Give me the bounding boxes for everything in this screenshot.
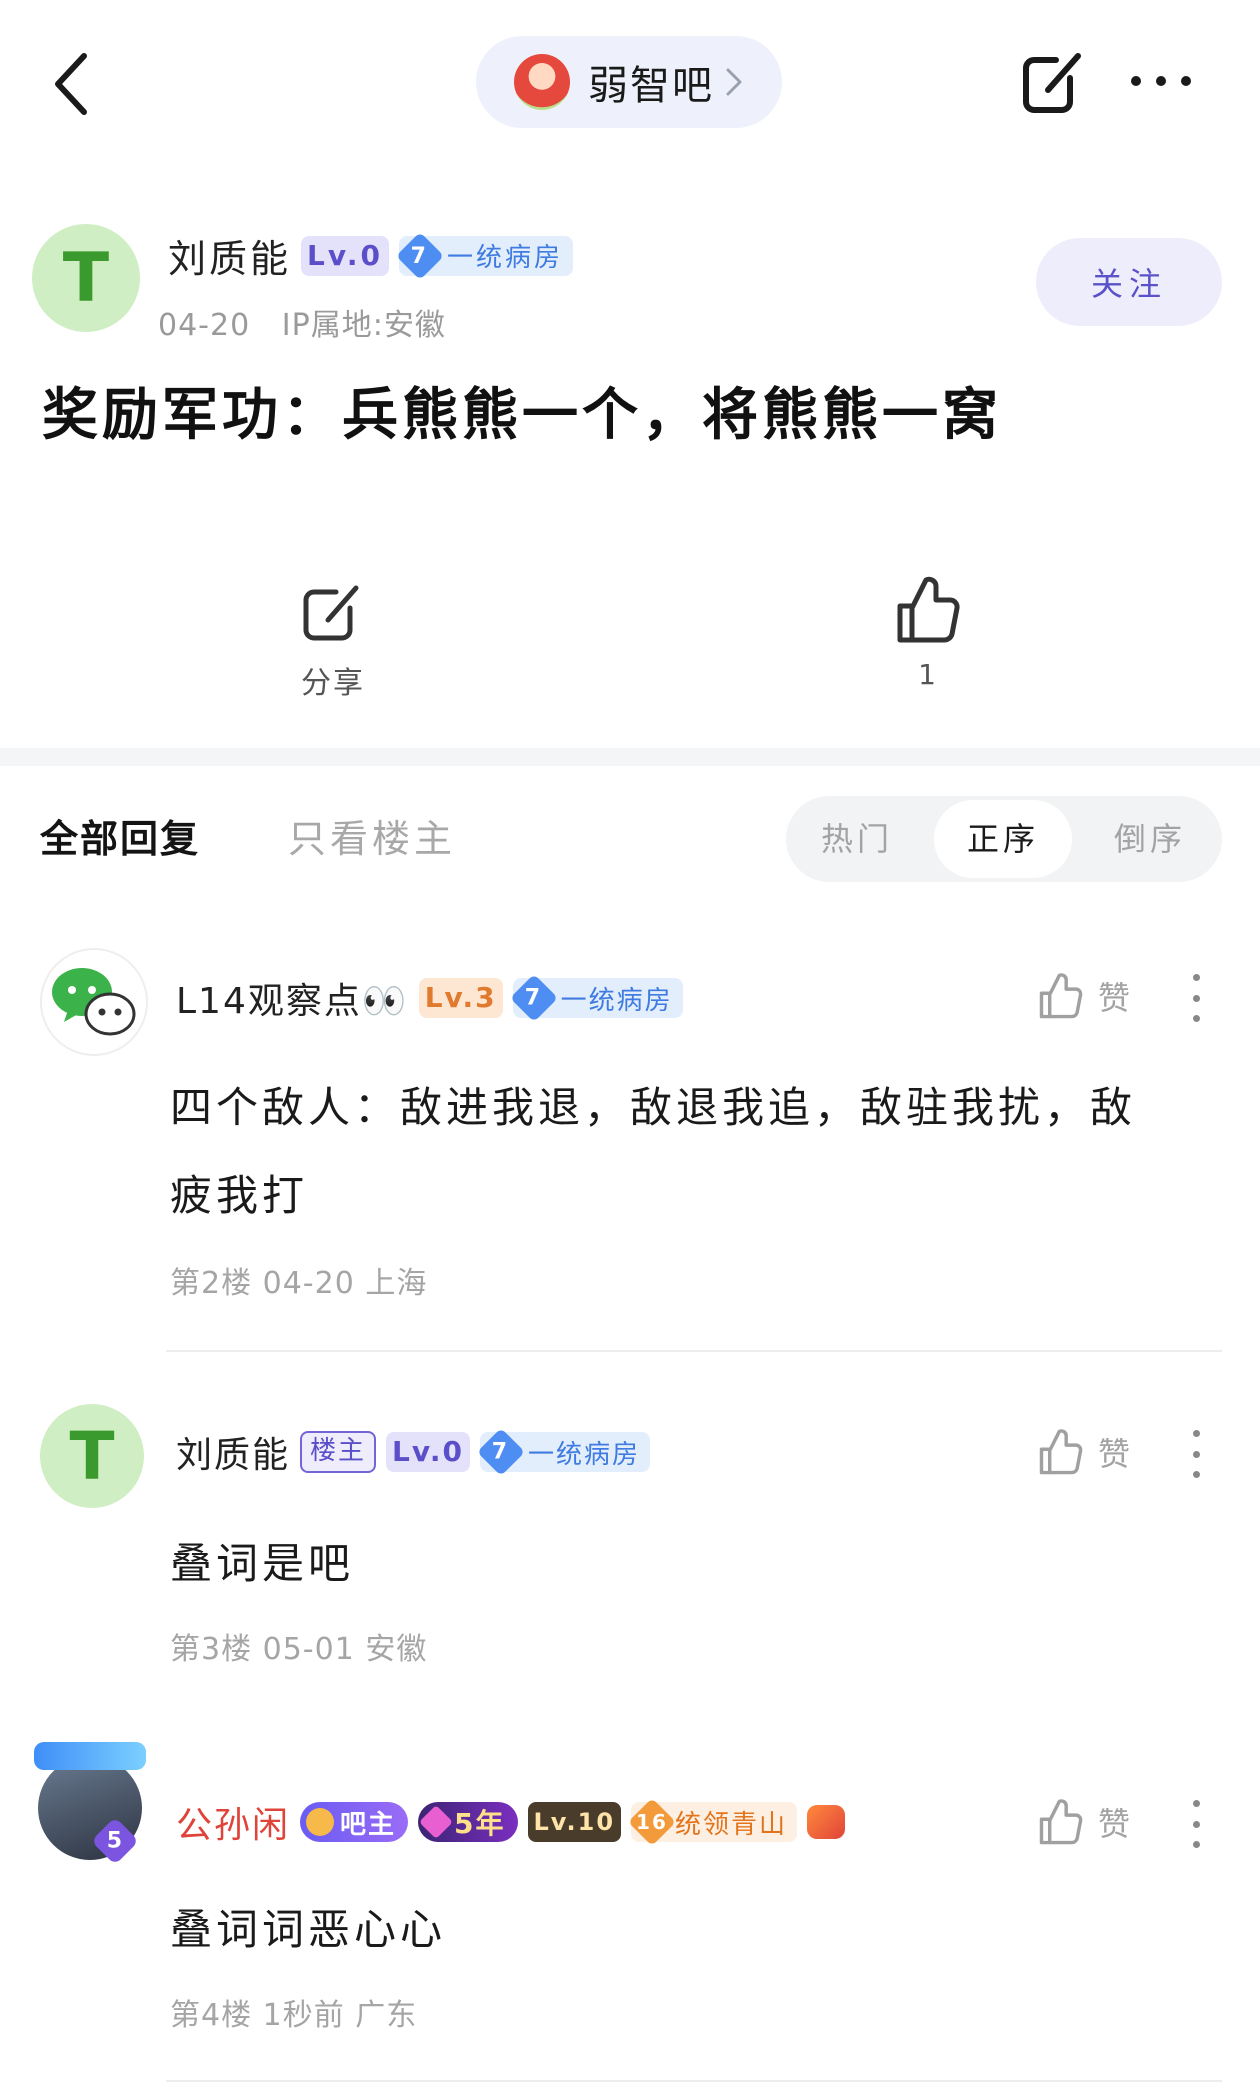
- author-name[interactable]: 刘质能: [168, 228, 291, 283]
- reply-meta: 第4楼 1秒前 广东: [170, 1998, 418, 2033]
- follow-button[interactable]: 关注: [1036, 238, 1222, 326]
- forum-avatar: [514, 54, 570, 110]
- reply-more-icon[interactable]: [1190, 1800, 1202, 1848]
- reply-like-button[interactable]: 赞: [1036, 968, 1148, 1024]
- share-label[interactable]: 分享: [300, 658, 366, 702]
- reply-author-name[interactable]: L14观察点👀: [176, 972, 409, 1024]
- avatar-level-badge: 5: [90, 1816, 140, 1866]
- like-count: 1: [918, 658, 936, 691]
- reply-avatar[interactable]: T: [40, 1404, 144, 1508]
- reply-more-icon[interactable]: [1190, 974, 1202, 1022]
- sort-descending[interactable]: 倒序: [1078, 796, 1222, 882]
- reply-text-line: 疲我打: [170, 1171, 309, 1220]
- like-label: 赞: [1098, 979, 1131, 1017]
- reply-avatar[interactable]: 5: [34, 1742, 146, 1866]
- section-divider: [0, 748, 1260, 766]
- honor-tag: 16 统领青山: [627, 1797, 798, 1847]
- crown-icon: [306, 1808, 335, 1836]
- reply-avatar[interactable]: [40, 948, 148, 1056]
- back-arrow-icon[interactable]: [44, 48, 108, 120]
- gamepad-icon: [807, 1805, 846, 1839]
- reply-divider: [166, 2080, 1222, 2082]
- author-row: 刘质能 Lv.0 7 一统病房: [168, 228, 573, 283]
- sort-ascending[interactable]: 正序: [934, 800, 1072, 878]
- share-icon[interactable]: [300, 580, 366, 646]
- reply-text-line: 四个敌人：敌进我退，敌退我追，敌驻我扰，敌: [170, 1083, 1137, 1132]
- reply-author-row: 刘质能 楼主 Lv.0 7 一统病房: [176, 1426, 650, 1478]
- chevron-right-icon: [726, 68, 742, 96]
- post-meta: 04-20 IP属地:安徽: [158, 308, 446, 343]
- reply-divider: [166, 1350, 1222, 1352]
- reply-author-row: L14观察点👀 Lv.3 7 一统病房: [176, 972, 683, 1024]
- reply-like-button[interactable]: 赞: [1036, 1424, 1148, 1480]
- level-badge: Lv.10: [527, 1802, 622, 1842]
- reply-text-line: 叠词是吧: [170, 1539, 355, 1588]
- sort-hot[interactable]: 热门: [786, 796, 928, 882]
- avatar-frame-banner: [34, 1742, 146, 1770]
- sort-toggle: 热门 正序 倒序: [786, 796, 1222, 882]
- reply-text-line: 叠词词恶心心: [170, 1905, 447, 1954]
- member-years-tag: 5年: [418, 1802, 518, 1842]
- reply-meta: 第2楼 04-20 上海: [170, 1266, 428, 1301]
- forum-pill[interactable]: 弱智吧: [476, 36, 782, 128]
- level-badge: Lv.0: [301, 235, 389, 276]
- thumbs-up-icon[interactable]: [892, 574, 962, 646]
- level-badge: Lv.3: [418, 978, 503, 1018]
- reply-meta: 第3楼 05-01 安徽: [170, 1632, 428, 1667]
- like-label: 赞: [1098, 1435, 1131, 1473]
- diamond-icon: [419, 1805, 454, 1839]
- reply-author-name[interactable]: 刘质能: [176, 1426, 290, 1478]
- reply-author-row: 公孙闲 吧主 5年 Lv.10 16 统领青山: [176, 1796, 846, 1848]
- title-tag: 7 一统病房: [476, 1427, 650, 1477]
- thumbs-up-icon: [1039, 1799, 1083, 1845]
- post-title: 奖励军功：兵熊熊一个，将熊熊一窝: [42, 383, 1002, 448]
- share-icon[interactable]: [1018, 48, 1088, 118]
- title-tag: 7 一统病房: [509, 973, 683, 1023]
- more-icon[interactable]: [1126, 66, 1196, 96]
- tab-all-replies[interactable]: 全部回复: [40, 808, 200, 863]
- like-label: 赞: [1098, 1805, 1131, 1843]
- reply-like-button[interactable]: 赞: [1036, 1794, 1148, 1850]
- thumbs-up-icon: [1039, 973, 1083, 1019]
- level-badge: Lv.0: [386, 1432, 470, 1472]
- owner-tag: 楼主: [300, 1431, 377, 1473]
- tab-owner-only[interactable]: 只看楼主: [288, 808, 456, 863]
- forum-name: 弱智吧: [588, 63, 714, 109]
- reply-more-icon[interactable]: [1190, 1430, 1202, 1478]
- reply-author-name[interactable]: 公孙闲: [176, 1796, 290, 1848]
- admin-tag: 吧主: [300, 1802, 409, 1842]
- author-avatar[interactable]: T: [32, 224, 140, 332]
- title-tag: 7 一统病房: [395, 231, 573, 280]
- wechat-icon: [52, 968, 136, 1036]
- thumbs-up-icon: [1039, 1429, 1083, 1475]
